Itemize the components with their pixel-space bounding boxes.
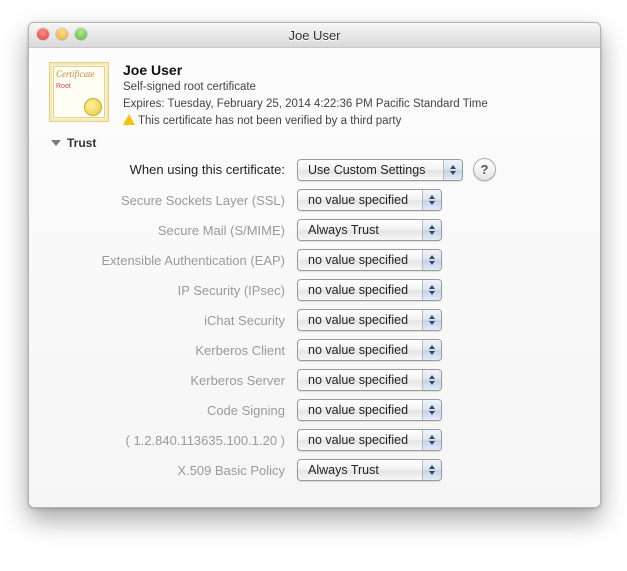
policy-select[interactable]: no value specified (297, 429, 442, 451)
policy-select[interactable]: no value specified (297, 369, 442, 391)
policy-select[interactable]: no value specified (297, 309, 442, 331)
trust-disclosure[interactable]: Trust (51, 136, 580, 150)
certificate-summary: Joe User Self-signed root certificate Ex… (123, 62, 580, 130)
certificate-icon: Certificate Root (49, 62, 109, 122)
policy-select[interactable]: Always Trust (297, 219, 442, 241)
policy-select[interactable]: no value specified (297, 279, 442, 301)
policy-label: IP Security (IPsec) (69, 283, 297, 298)
window-title: Joe User (288, 28, 340, 43)
trust-section-label: Trust (67, 136, 96, 150)
policy-row: Secure Sockets Layer (SSL)no value speci… (69, 189, 580, 211)
certificate-window: Joe User Certificate Root Joe User Self-… (28, 22, 601, 508)
policy-row: Extensible Authentication (EAP)no value … (69, 249, 580, 271)
certificate-expires: Expires: Tuesday, February 25, 2014 4:22… (123, 96, 580, 113)
policy-select[interactable]: Always Trust (297, 459, 442, 481)
certificate-type: Self-signed root certificate (123, 79, 580, 96)
window-content: Certificate Root Joe User Self-signed ro… (29, 48, 600, 507)
when-using-label: When using this certificate: (69, 162, 297, 177)
policy-label: iChat Security (69, 313, 297, 328)
policy-label: Kerberos Client (69, 343, 297, 358)
policy-label: Secure Mail (S/MIME) (69, 223, 297, 238)
warning-icon (123, 114, 135, 125)
policy-row: IP Security (IPsec)no value specified (69, 279, 580, 301)
minimize-button[interactable] (56, 28, 68, 40)
close-button[interactable] (37, 28, 49, 40)
disclosure-triangle-icon (51, 140, 61, 146)
policy-label: ( 1.2.840.113635.100.1.20 ) (69, 433, 297, 448)
policy-row: Secure Mail (S/MIME)Always Trust (69, 219, 580, 241)
policy-label: Secure Sockets Layer (SSL) (69, 193, 297, 208)
certificate-warning: This certificate has not been verified b… (123, 113, 580, 130)
when-using-select[interactable]: Use Custom Settings (297, 159, 463, 181)
policy-row: X.509 Basic PolicyAlways Trust (69, 459, 580, 481)
help-button[interactable]: ? (473, 158, 496, 181)
zoom-button[interactable] (75, 28, 87, 40)
policy-select[interactable]: no value specified (297, 339, 442, 361)
policy-label: Extensible Authentication (EAP) (69, 253, 297, 268)
trust-rows: When using this certificate: Use Custom … (69, 158, 580, 481)
policy-label: Kerberos Server (69, 373, 297, 388)
policy-row: Code Signingno value specified (69, 399, 580, 421)
policy-row: ( 1.2.840.113635.100.1.20 )no value spec… (69, 429, 580, 451)
policy-select[interactable]: no value specified (297, 399, 442, 421)
policy-label: Code Signing (69, 403, 297, 418)
when-using-row: When using this certificate: Use Custom … (69, 158, 580, 181)
policy-select[interactable]: no value specified (297, 189, 442, 211)
policy-row: iChat Securityno value specified (69, 309, 580, 331)
policy-row: Kerberos Clientno value specified (69, 339, 580, 361)
certificate-warning-text: This certificate has not been verified b… (138, 115, 401, 127)
policy-label: X.509 Basic Policy (69, 463, 297, 478)
trust-section: Trust When using this certificate: Use C… (49, 136, 580, 481)
certificate-name: Joe User (123, 62, 580, 78)
traffic-lights (37, 28, 87, 40)
policy-row: Kerberos Serverno value specified (69, 369, 580, 391)
policy-select[interactable]: no value specified (297, 249, 442, 271)
certificate-header: Certificate Root Joe User Self-signed ro… (49, 62, 580, 130)
titlebar: Joe User (29, 23, 600, 48)
